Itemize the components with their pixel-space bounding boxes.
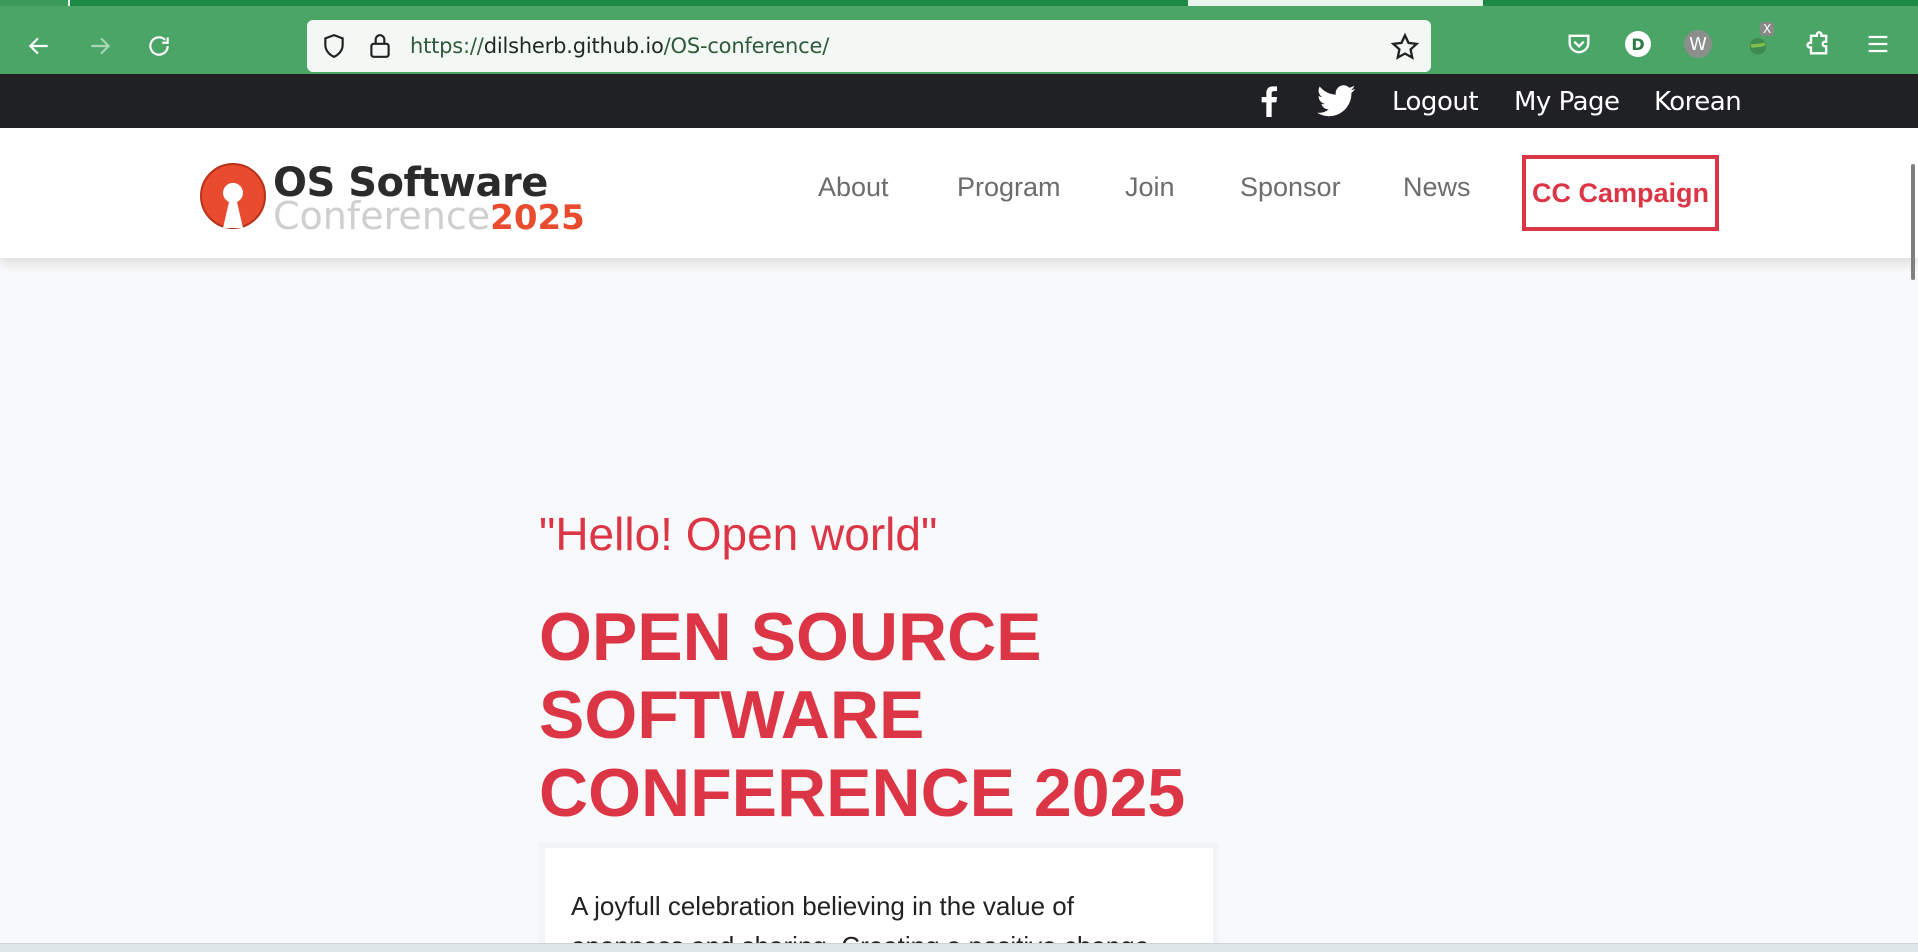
- scrollbar-thumb[interactable]: [1911, 164, 1915, 280]
- logout-link[interactable]: Logout: [1392, 87, 1479, 117]
- twitter-icon: [1316, 85, 1356, 117]
- back-button[interactable]: [19, 26, 59, 66]
- nav-program[interactable]: Program: [957, 172, 1061, 203]
- active-tab-edge[interactable]: [1188, 0, 1483, 6]
- url-path: /OS-conference/: [663, 34, 830, 58]
- hero-title: OPEN SOURCE SOFTWARE CONFERENCE 2025: [539, 599, 1186, 831]
- profile-button[interactable]: D: [1622, 28, 1654, 60]
- extension-x-button[interactable]: X: [1742, 22, 1775, 60]
- site-header: OS Software Conference2025 About Program…: [0, 128, 1918, 258]
- browser-toolbar: https://dilsherb.github.io/OS-conference…: [0, 0, 1918, 74]
- logo-title-line2: Conference2025: [273, 194, 585, 238]
- top-utility-bar: Logout My Page Korean: [0, 74, 1918, 128]
- profile-avatar: D: [1625, 31, 1651, 57]
- logo-year: 2025: [490, 198, 585, 238]
- url-text[interactable]: https://dilsherb.github.io/OS-conference…: [410, 34, 829, 58]
- open-source-keyhole-logo-icon: [200, 163, 266, 229]
- extension-badge: X: [1760, 22, 1775, 36]
- nav-join[interactable]: Join: [1125, 172, 1175, 203]
- reload-icon: [149, 36, 169, 56]
- tab-edge: [0, 0, 70, 6]
- cc-campaign-button[interactable]: CC Campaign: [1522, 155, 1719, 231]
- reload-button[interactable]: [139, 26, 179, 66]
- address-bar[interactable]: https://dilsherb.github.io/OS-conference…: [307, 20, 1431, 72]
- url-host: dilsherb.github.io: [483, 34, 664, 58]
- app-menu-button[interactable]: [1862, 28, 1894, 60]
- facebook-icon: [1261, 86, 1277, 117]
- hero-tagline: "Hello! Open world": [539, 508, 938, 560]
- forward-button[interactable]: [80, 26, 120, 66]
- url-scheme: https://: [410, 34, 484, 58]
- lock-icon[interactable]: [367, 32, 393, 60]
- nav-about[interactable]: About: [818, 172, 889, 203]
- extension-w-icon: W: [1684, 30, 1712, 58]
- page-bottom-edge: [0, 943, 1918, 952]
- my-page-link[interactable]: My Page: [1514, 87, 1620, 117]
- bookmark-star-icon[interactable]: [1391, 33, 1419, 61]
- forward-arrow-icon: [91, 37, 111, 55]
- back-arrow-icon: [28, 37, 48, 55]
- facebook-link[interactable]: [1258, 84, 1280, 118]
- logo-conference-text: Conference: [273, 194, 491, 238]
- nav-news[interactable]: News: [1403, 172, 1471, 203]
- pocket-button[interactable]: [1563, 28, 1595, 60]
- shield-icon[interactable]: [321, 33, 347, 59]
- hero-description-box: A joyfull celebration believing in the v…: [539, 842, 1219, 952]
- twitter-link[interactable]: [1316, 84, 1356, 118]
- site-logo[interactable]: OS Software Conference2025: [199, 158, 589, 238]
- page-scrollbar[interactable]: [1904, 74, 1918, 952]
- nav-sponsor[interactable]: Sponsor: [1240, 172, 1341, 203]
- extensions-button[interactable]: [1802, 28, 1834, 60]
- korean-link[interactable]: Korean: [1654, 87, 1742, 117]
- hamburger-menu-icon: [1868, 35, 1888, 53]
- extension-w-button[interactable]: W: [1682, 28, 1714, 60]
- pocket-icon: [1568, 34, 1590, 54]
- puzzle-icon: [1806, 31, 1828, 55]
